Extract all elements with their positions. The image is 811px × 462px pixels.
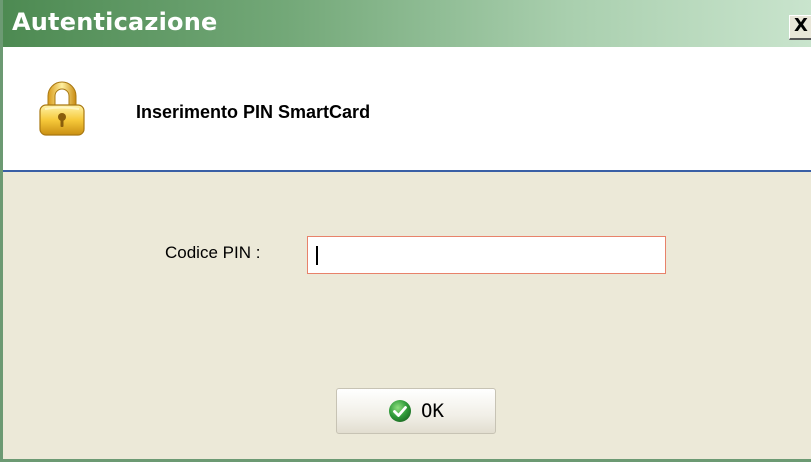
dialog-header: Inserimento PIN SmartCard [3,47,811,172]
pin-label: Codice PIN : [165,243,261,262]
ok-button[interactable]: OK [336,388,496,434]
close-icon: X [794,15,808,36]
check-icon [389,400,412,422]
close-button[interactable]: X [789,15,811,40]
header-title: Inserimento PIN SmartCard [136,102,371,122]
ok-label: OK [421,400,444,422]
text-caret [316,246,318,265]
pin-input[interactable] [307,236,666,274]
lock-icon [39,81,85,136]
window-title: Autenticazione [12,8,218,36]
title-bar[interactable]: Autenticazione X [3,0,811,47]
authentication-dialog: Autenticazione X Inserimento PIN SmartCa… [0,0,811,462]
